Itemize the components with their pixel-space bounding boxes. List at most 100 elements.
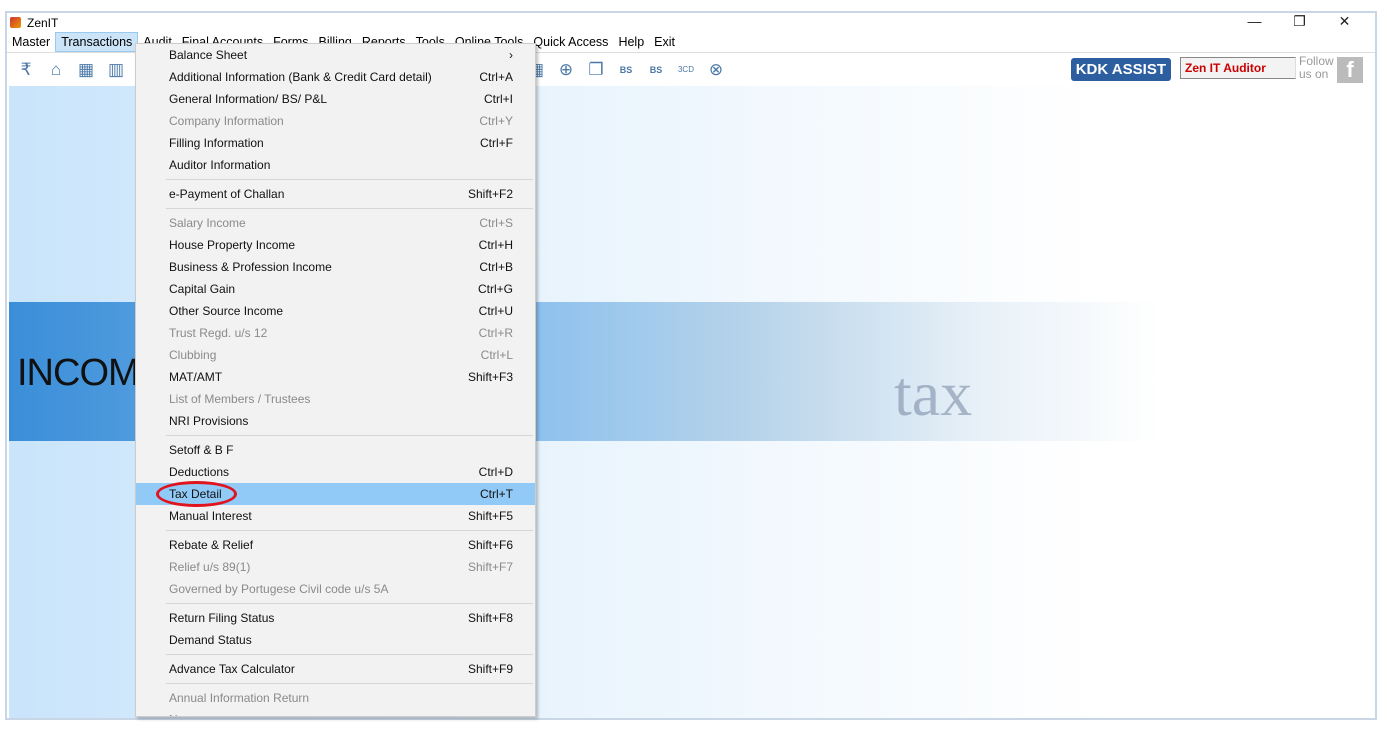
banner-tax: tax [894,358,973,429]
3cd-icon[interactable]: 3CD [675,59,697,81]
menu-item-label: Annual Information Return [169,691,310,705]
menu-item-notes[interactable]: Notes [136,709,535,716]
menu-item-label: Demand Status [169,633,252,647]
menu-item-return-filing-status[interactable]: Return Filing Status Shift+F8 [136,607,535,629]
menu-item-capital-gain[interactable]: Capital Gain Ctrl+G [136,278,535,300]
menu-item-label: Business & Profession Income [169,260,332,274]
menu-item-shortcut: Ctrl+S [479,216,513,230]
restore-button[interactable]: ❐ [1277,13,1322,30]
menu-separator [166,530,533,531]
rupee-icon[interactable]: ₹ [15,59,37,81]
menu-item-shortcut: Ctrl+U [478,304,513,318]
bs-icon[interactable]: BS [615,59,637,81]
menu-item-general-information-bs-p-l[interactable]: General Information/ BS/ P&L Ctrl+I [136,88,535,110]
menu-item-governed-by-portugese-civil-code-u-s-5a: Governed by Portugese Civil code u/s 5A [136,578,535,600]
menu-item-shortcut: Shift+F7 [467,560,513,574]
menu-item-shortcut: Ctrl+F [480,136,513,150]
menu-transactions[interactable]: Transactions [55,32,139,52]
menu-item-label: Rebate & Relief [169,538,254,552]
menu-item-other-source-income[interactable]: Other Source Income Ctrl+U [136,300,535,322]
menu-item-label: Setoff & B F [169,443,234,457]
menu-item-shortcut: › [509,48,513,62]
menu-item-additional-information-bank-credit-card-detail[interactable]: Additional Information (Bank & Credit Ca… [136,66,535,88]
menu-separator [166,179,533,180]
menu-item-shortcut: Ctrl+B [479,260,513,274]
folder-add-icon[interactable]: ⊕ [555,59,577,81]
window-title: ZenIT [27,15,59,30]
minimize-button[interactable]: — [1232,13,1277,29]
menu-item-auditor-information[interactable]: Auditor Information [136,154,535,176]
menu-exit[interactable]: Exit [649,33,680,51]
menu-item-shortcut: Shift+F3 [467,370,513,384]
menu-item-nri-provisions[interactable]: NRI Provisions [136,410,535,432]
menu-master[interactable]: Master [7,33,55,51]
menu-item-label: Deductions [169,465,230,479]
menu-item-setoff-b-f[interactable]: Setoff & B F [136,439,535,461]
menu-item-label: Trust Regd. u/s 12 [169,326,268,340]
facebook-icon[interactable]: f [1337,57,1363,83]
menu-item-annual-information-return: Annual Information Return [136,687,535,709]
highlight-circle [156,481,237,507]
menu-item-e-payment-of-challan[interactable]: e-Payment of Challan Shift+F2 [136,183,535,205]
menu-item-label: MAT/AMT [169,370,223,384]
menu-item-tax-detail[interactable]: Tax Detail Ctrl+T [136,481,535,507]
menu-item-balance-sheet[interactable]: Balance Sheet › [136,44,535,66]
menu-item-label: General Information/ BS/ P&L [169,92,328,106]
menu-item-label: Auditor Information [169,158,271,172]
menu-item-rebate-relief[interactable]: Rebate & Relief Shift+F6 [136,534,535,556]
menu-item-label: Clubbing [169,348,217,362]
copy-icon[interactable]: ❐ [585,59,607,81]
menu-item-clubbing: Clubbing Ctrl+L [136,344,535,366]
menu-item-demand-status[interactable]: Demand Status [136,629,535,651]
home-icon[interactable]: ⌂ [45,59,67,81]
menu-item-label: Filling Information [169,136,264,150]
menu-help[interactable]: Help [613,33,649,51]
menu-item-label: House Property Income [169,238,296,252]
menu-item-shortcut: Shift+F5 [467,509,513,523]
menu-item-advance-tax-calculator[interactable]: Advance Tax Calculator Shift+F9 [136,658,535,680]
menu-item-label: e-Payment of Challan [169,187,285,201]
chart-icon[interactable]: ▥ [105,59,127,81]
menu-item-filling-information[interactable]: Filling Information Ctrl+F [136,132,535,154]
menu-item-label: Notes [169,713,513,716]
product-field: Zen IT Auditor [1180,57,1296,79]
menu-item-shortcut: Ctrl+R [478,326,513,340]
menu-item-label: Capital Gain [169,282,236,296]
building-icon[interactable]: ▦ [75,59,97,81]
menu-item-mat-amt[interactable]: MAT/AMT Shift+F3 [136,366,535,388]
menu-item-label: Salary Income [169,216,246,230]
transactions-dropdown-menu: Balance Sheet › Additional Information (Ba… [135,43,536,717]
menu-item-label: Advance Tax Calculator [169,662,295,676]
cancel-icon[interactable]: ⊗ [705,59,727,81]
app-logo-icon [10,17,21,28]
menu-item-label: Return Filing Status [169,611,275,625]
menu-separator [166,683,533,684]
menu-item-house-property-income[interactable]: House Property Income Ctrl+H [136,234,535,256]
kdk-assist-button[interactable]: KDK ASSIST [1070,58,1171,81]
menu-item-shortcut: Ctrl+G [477,282,513,296]
menu-item-list-of-members-trustees: List of Members / Trustees [136,388,535,410]
menu-item-label: Relief u/s 89(1) [169,560,251,574]
menu-item-shortcut: Ctrl+H [478,238,513,252]
menu-quick-access[interactable]: Quick Access [528,33,613,51]
menu-item-deductions[interactable]: Deductions Ctrl+D [136,461,535,483]
menu-separator [166,654,533,655]
title-bar: ZenIT [7,13,1375,32]
close-button[interactable]: ✕ [1322,13,1367,30]
menu-item-salary-income: Salary Income Ctrl+S [136,212,535,234]
menu-separator [166,208,533,209]
menu-item-business-profession-income[interactable]: Business & Profession Income Ctrl+B [136,256,535,278]
follow-label: Follow us on [1299,54,1334,81]
menu-item-label: List of Members / Trustees [169,392,311,406]
menu-item-label: Manual Interest [169,509,252,523]
bs-schedule-icon[interactable]: BS [645,59,667,81]
menu-item-shortcut: Shift+F6 [467,538,513,552]
menu-item-relief-u-s-89-1: Relief u/s 89(1) Shift+F7 [136,556,535,578]
menu-separator [166,435,533,436]
menu-item-shortcut: Ctrl+L [480,348,513,362]
menu-item-manual-interest[interactable]: Manual Interest Shift+F5 [136,505,535,527]
menu-item-shortcut: Shift+F2 [467,187,513,201]
menu-item-shortcut: Ctrl+D [478,465,513,479]
menu-item-shortcut: Ctrl+I [483,92,513,106]
menu-item-shortcut: Ctrl+Y [479,114,513,128]
